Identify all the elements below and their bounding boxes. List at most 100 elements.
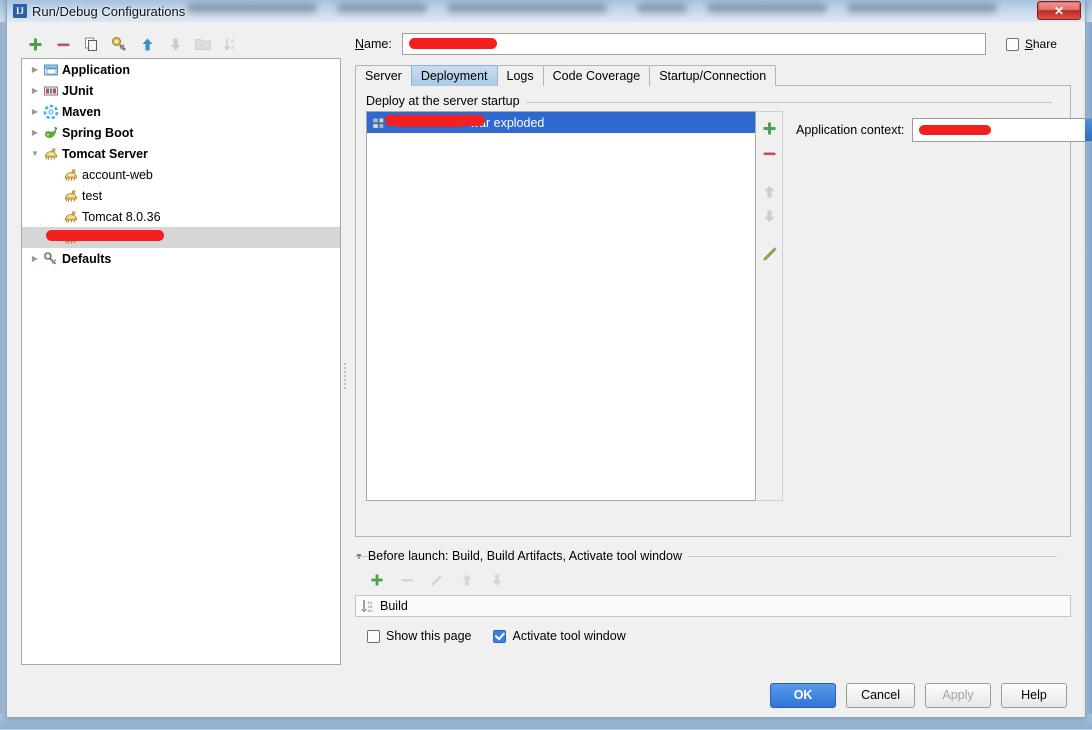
configurations-toolbar: A Z <box>21 30 341 58</box>
tree-item-tomcat-server[interactable]: ▼ Tomcat Server <box>22 143 340 164</box>
pencil-icon <box>762 246 778 262</box>
tomcat-icon <box>63 230 79 246</box>
spring-boot-icon <box>42 125 59 141</box>
arrow-up-icon <box>140 37 155 52</box>
close-window-button[interactable]: ✕ <box>1037 1 1081 20</box>
tomcat-icon <box>43 146 59 162</box>
tree-item-label: test <box>82 189 102 203</box>
tomcat-icon <box>63 188 79 204</box>
junit-icon <box>42 83 59 99</box>
move-artifact-up-button <box>759 180 781 202</box>
tab-logs[interactable]: Logs <box>497 65 544 86</box>
deploy-at-startup-label: Deploy at the server startup <box>366 94 526 108</box>
tree-item-label: JUnit <box>62 84 93 98</box>
chevron-down-icon[interactable]: ▼ <box>1085 119 1092 141</box>
apply-button: Apply <box>925 683 991 708</box>
activate-tool-window-row[interactable]: Activate tool window <box>493 629 625 643</box>
tree-item-account-web[interactable]: account-web <box>22 164 340 185</box>
cancel-button[interactable]: Cancel <box>846 683 915 708</box>
edit-artifact-button[interactable] <box>759 243 781 265</box>
ok-button[interactable]: OK <box>770 683 836 708</box>
tree-item-label: Tomcat Server <box>62 147 148 161</box>
tree-item-tomcat-8-0-36[interactable]: Tomcat 8.0.36 <box>22 206 340 227</box>
tab-label: Code Coverage <box>553 69 641 83</box>
help-button[interactable]: Help <box>1001 683 1067 708</box>
activate-tool-window-checkbox[interactable] <box>493 630 506 643</box>
redaction-mark <box>395 121 463 127</box>
maven-icon <box>43 104 59 120</box>
build-icon: 01 10 01 <box>361 599 375 614</box>
show-this-page-checkbox[interactable] <box>367 630 380 643</box>
arrow-down-icon <box>168 37 183 52</box>
edit-templates-button[interactable] <box>109 34 129 54</box>
tomcat-icon <box>63 209 79 225</box>
tab-server[interactable]: Server <box>355 65 412 86</box>
chevron-right-icon[interactable]: ▶ <box>28 252 42 266</box>
svg-text:01: 01 <box>368 610 373 614</box>
plus-icon <box>28 37 43 52</box>
close-icon: ✕ <box>1054 4 1064 18</box>
application-icon <box>42 62 59 78</box>
application-icon <box>43 62 59 78</box>
before-launch-header[interactable]: ▼ Before launch: Build, Build Artifacts,… <box>355 547 1071 565</box>
tab-code-coverage[interactable]: Code Coverage <box>543 65 651 86</box>
minus-icon <box>400 573 414 587</box>
run-debug-configurations-dialog: IJ Run/Debug Configurations ✕ <box>6 0 1086 718</box>
remove-configuration-button[interactable] <box>53 34 73 54</box>
activate-tool-window-label: Activate tool window <box>512 629 625 643</box>
tab-deployment[interactable]: Deployment <box>411 65 498 86</box>
chevron-down-icon[interactable]: ▼ <box>28 147 42 161</box>
minus-icon <box>762 146 777 161</box>
chevron-right-icon[interactable]: ▶ <box>28 126 42 140</box>
tree-item-test[interactable]: test <box>22 185 340 206</box>
configurations-tree[interactable]: ▶Application▶JUnit▶Maven▶Spring Boot▼Tom… <box>21 58 341 665</box>
copy-configuration-button[interactable] <box>81 34 101 54</box>
sort-configurations-button: A Z <box>221 34 241 54</box>
name-label: Name: <box>355 37 392 51</box>
chevron-right-icon[interactable]: ▶ <box>28 84 42 98</box>
artifact-icon <box>372 116 386 130</box>
svg-text:Z: Z <box>231 46 235 52</box>
chevron-right-icon[interactable]: ▶ <box>28 105 42 119</box>
share-checkbox[interactable] <box>1006 38 1019 51</box>
pane-splitter[interactable] <box>341 44 349 694</box>
deployment-artifact-row[interactable]: war exploded <box>367 112 755 133</box>
show-this-page-row[interactable]: Show this page <box>367 629 471 643</box>
chevron-right-icon[interactable]: ▶ <box>28 63 42 77</box>
plus-icon <box>370 573 384 587</box>
add-task-button[interactable] <box>367 570 387 590</box>
application-context-combobox[interactable]: ▼ <box>912 118 1092 142</box>
tomcat-icon <box>62 167 79 183</box>
tree-item-spring-boot[interactable]: ▶Spring Boot <box>22 122 340 143</box>
intellij-idea-icon: IJ <box>13 4 27 18</box>
before-launch-task-list[interactable]: 01 10 01 Build <box>355 595 1071 617</box>
tree-item-application[interactable]: ▶Application <box>22 59 340 80</box>
deployment-artifacts-list[interactable]: war exploded <box>366 111 756 501</box>
add-configuration-button[interactable] <box>25 34 45 54</box>
copy-icon <box>84 37 99 52</box>
show-this-page-label: Show this page <box>386 629 471 643</box>
junit-icon <box>43 83 59 99</box>
move-task-down-button <box>487 570 507 590</box>
arrow-up-icon <box>762 184 777 199</box>
move-up-button[interactable] <box>137 34 157 54</box>
tree-item-defaults[interactable]: ▶ Defaults <box>22 248 340 269</box>
tab-startup-connection[interactable]: Startup/Connection <box>649 65 776 86</box>
svg-text:A: A <box>231 39 235 45</box>
name-input[interactable] <box>402 33 986 55</box>
dialog-body: A Z ▶Application▶JUnit▶Maven▶Spring Boot… <box>7 22 1085 717</box>
tree-item-redacted[interactable] <box>22 227 340 248</box>
tree-item-label: Defaults <box>62 252 111 266</box>
tree-item-maven[interactable]: ▶Maven <box>22 101 340 122</box>
tab-label: Startup/Connection <box>659 69 766 83</box>
tree-item-junit[interactable]: ▶ JUnit <box>22 80 340 101</box>
arrow-down-icon <box>490 573 504 587</box>
share-row[interactable]: Share <box>1006 37 1057 51</box>
folder-icon <box>195 37 211 51</box>
edit-task-button <box>427 570 447 590</box>
button-spacer <box>759 230 781 240</box>
tree-item-label: Tomcat 8.0.36 <box>82 210 161 224</box>
remove-artifact-button[interactable] <box>759 142 781 164</box>
add-artifact-button[interactable] <box>759 117 781 139</box>
share-label: Share <box>1025 37 1057 51</box>
